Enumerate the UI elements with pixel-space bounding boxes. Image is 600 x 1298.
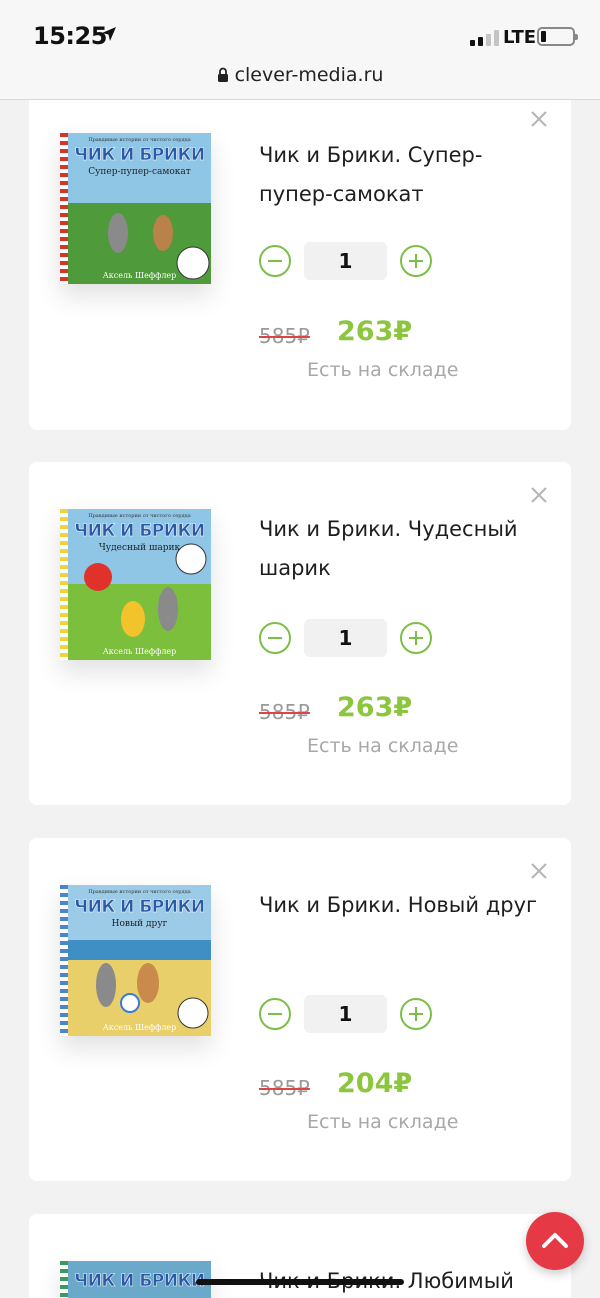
book-cover[interactable]: ЧИК И БРИКИ: [60, 1261, 211, 1298]
quantity-value[interactable]: 1: [304, 995, 387, 1033]
browser-chrome: 15:25 LTE clever-media.ru: [0, 0, 600, 100]
product-title[interactable]: Чик и Брики. Чудесный шарик: [259, 510, 549, 588]
remove-item-close-icon[interactable]: [529, 861, 549, 881]
address-bar[interactable]: clever-media.ru: [0, 64, 600, 86]
cover-spine-stripe: [60, 509, 68, 660]
cover-kicker: Правдивые истории от чистого сердца: [88, 137, 191, 143]
quantity-value[interactable]: 1: [304, 242, 387, 280]
signal-strength-icon: [470, 30, 499, 46]
cover-subtitle: Чудесный шарик: [98, 543, 181, 553]
cart-item: ЧИК И БРИКИ Чик и Брики. Любимый: [29, 1214, 571, 1298]
home-indicator[interactable]: [196, 1279, 404, 1285]
cover-author: Аксель Шеффлер: [102, 1023, 177, 1032]
stock-status: Есть на складе: [307, 735, 459, 757]
cover-brand: ЧИК И БРИКИ: [74, 1271, 205, 1292]
cover-kicker: Правдивые истории от чистого сердца: [88, 889, 191, 895]
book-cover[interactable]: Правдивые истории от чистого сердца ЧИК …: [60, 509, 211, 660]
cover-subtitle: Супер-пупер-самокат: [88, 167, 191, 177]
increase-quantity-button[interactable]: [400, 622, 432, 654]
battery-icon: [537, 27, 578, 46]
stock-status: Есть на складе: [307, 1111, 459, 1133]
sale-price: 263₽: [337, 316, 413, 347]
location-arrow-icon: [102, 27, 116, 41]
increase-quantity-button[interactable]: [400, 998, 432, 1030]
cover-brand: ЧИК И БРИКИ: [74, 521, 205, 542]
remove-item-close-icon[interactable]: [529, 109, 549, 129]
old-price: 585₽: [259, 700, 310, 724]
cover-kicker: Правдивые истории от чистого сердца: [88, 513, 191, 519]
stock-status: Есть на складе: [307, 359, 459, 381]
decrease-quantity-button[interactable]: [259, 245, 291, 277]
cover-author: Аксель Шеффлер: [102, 647, 177, 656]
old-price: 585₽: [259, 1076, 310, 1100]
book-cover[interactable]: Правдивые истории от чистого сердца ЧИК …: [60, 133, 211, 284]
network-type: LTE: [503, 27, 537, 48]
product-title[interactable]: Чик и Брики. Супер-пупер-самокат: [259, 136, 549, 214]
book-cover[interactable]: Правдивые истории от чистого сердца ЧИК …: [60, 885, 211, 1036]
old-price: 585₽: [259, 324, 310, 348]
cover-spine-stripe: [60, 885, 68, 1036]
increase-quantity-button[interactable]: [400, 245, 432, 277]
url-text: clever-media.ru: [234, 64, 384, 86]
cover-subtitle: Новый друг: [111, 919, 168, 929]
cart-item: Правдивые истории от чистого сердца ЧИК …: [29, 462, 571, 805]
quantity-stepper: 1: [259, 619, 439, 657]
cover-spine-stripe: [60, 133, 68, 284]
quantity-value[interactable]: 1: [304, 619, 387, 657]
chevron-up-icon: [542, 1233, 568, 1248]
sale-price: 204₽: [337, 1068, 413, 1099]
lock-icon: [217, 67, 228, 82]
quantity-stepper: 1: [259, 995, 439, 1033]
decrease-quantity-button[interactable]: [259, 622, 291, 654]
scroll-to-top-button[interactable]: [526, 1212, 584, 1270]
status-time: 15:25: [33, 22, 107, 50]
cover-brand: ЧИК И БРИКИ: [74, 897, 205, 918]
decrease-quantity-button[interactable]: [259, 998, 291, 1030]
cart-item: Правдивые истории от чистого сердца ЧИК …: [29, 100, 571, 430]
cart-item: Правдивые истории от чистого сердца ЧИК …: [29, 838, 571, 1181]
quantity-stepper: 1: [259, 242, 439, 280]
cover-author: Аксель Шеффлер: [102, 271, 177, 280]
remove-item-close-icon[interactable]: [529, 485, 549, 505]
sale-price: 263₽: [337, 692, 413, 723]
product-title[interactable]: Чик и Брики. Новый друг: [259, 886, 549, 925]
cover-brand: ЧИК И БРИКИ: [74, 145, 205, 166]
cover-spine-stripe: [60, 1261, 68, 1298]
